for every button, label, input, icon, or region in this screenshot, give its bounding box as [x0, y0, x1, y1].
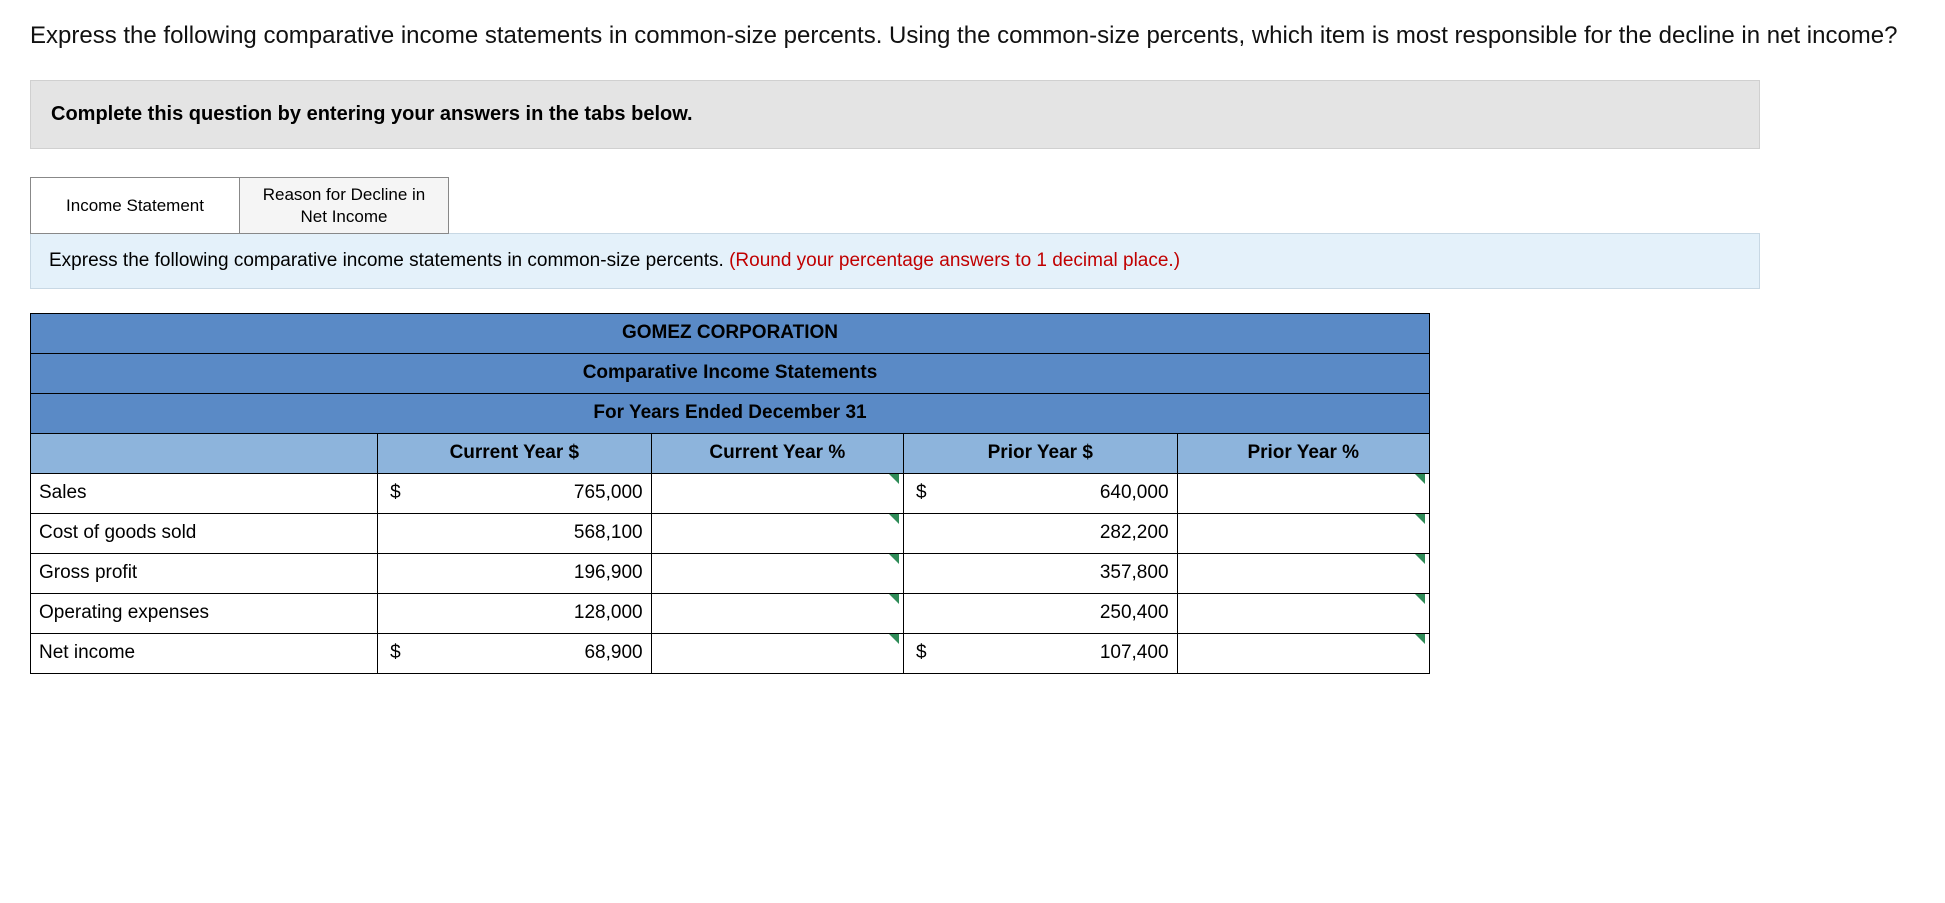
py-pct-input[interactable] [1177, 513, 1429, 553]
py-dollar-cell: 357,800 [904, 553, 1177, 593]
py-pct-input[interactable] [1177, 553, 1429, 593]
panel-text: Express the following comparative income… [49, 250, 729, 271]
cy-value: 568,100 [574, 522, 643, 544]
row-label: Cost of goods sold [31, 513, 378, 553]
cy-pct-input[interactable] [651, 593, 903, 633]
py-value: 357,800 [1100, 562, 1169, 584]
table-title-statement: Comparative Income Statements [31, 353, 1430, 393]
tab-reason-decline[interactable]: Reason for Decline in Net Income [239, 177, 449, 234]
cy-pct-input[interactable] [651, 633, 903, 673]
panel-note: (Round your percentage answers to 1 deci… [729, 250, 1180, 271]
py-value: 640,000 [1100, 482, 1169, 504]
col-header-cy-pct: Current Year % [651, 433, 903, 473]
col-header-blank [31, 433, 378, 473]
col-header-py-dollar: Prior Year $ [904, 433, 1177, 473]
cy-value: 196,900 [574, 562, 643, 584]
col-header-cy-dollar: Current Year $ [378, 433, 651, 473]
table-row: Operating expenses 128,000 250,400 [31, 593, 1430, 633]
table-title-period: For Years Ended December 31 [31, 393, 1430, 433]
row-label: Gross profit [31, 553, 378, 593]
currency-symbol: $ [912, 642, 927, 664]
table-row: Sales $765,000 $640,000 [31, 473, 1430, 513]
cy-dollar-cell: 128,000 [378, 593, 651, 633]
question-text: Express the following comparative income… [30, 20, 1915, 52]
py-pct-input[interactable] [1177, 593, 1429, 633]
income-table: GOMEZ CORPORATION Comparative Income Sta… [30, 313, 1430, 674]
table-row: Cost of goods sold 568,100 282,200 [31, 513, 1430, 553]
py-pct-input[interactable] [1177, 473, 1429, 513]
py-dollar-cell: 250,400 [904, 593, 1177, 633]
tab-income-statement[interactable]: Income Statement [30, 177, 240, 234]
table-title-company: GOMEZ CORPORATION [31, 313, 1430, 353]
cy-value: 68,900 [584, 642, 642, 664]
py-value: 107,400 [1100, 642, 1169, 664]
currency-symbol: $ [386, 642, 401, 664]
currency-symbol: $ [386, 482, 401, 504]
cy-pct-input[interactable] [651, 553, 903, 593]
py-dollar-cell: $107,400 [904, 633, 1177, 673]
cy-pct-input[interactable] [651, 513, 903, 553]
table-row: Net income $68,900 $107,400 [31, 633, 1430, 673]
tabs-row: Income Statement Reason for Decline in N… [30, 177, 1760, 234]
cy-value: 128,000 [574, 602, 643, 624]
py-value: 250,400 [1100, 602, 1169, 624]
cy-dollar-cell: 196,900 [378, 553, 651, 593]
table-row: Gross profit 196,900 357,800 [31, 553, 1430, 593]
col-header-py-pct: Prior Year % [1177, 433, 1429, 473]
py-dollar-cell: $640,000 [904, 473, 1177, 513]
py-value: 282,200 [1100, 522, 1169, 544]
cy-pct-input[interactable] [651, 473, 903, 513]
py-dollar-cell: 282,200 [904, 513, 1177, 553]
py-pct-input[interactable] [1177, 633, 1429, 673]
row-label: Sales [31, 473, 378, 513]
tab-panel-instruction: Express the following comparative income… [30, 233, 1760, 289]
row-label: Operating expenses [31, 593, 378, 633]
cy-dollar-cell: 568,100 [378, 513, 651, 553]
cy-value: 765,000 [574, 482, 643, 504]
currency-symbol: $ [912, 482, 927, 504]
cy-dollar-cell: $765,000 [378, 473, 651, 513]
instruction-banner: Complete this question by entering your … [30, 80, 1760, 149]
row-label: Net income [31, 633, 378, 673]
cy-dollar-cell: $68,900 [378, 633, 651, 673]
